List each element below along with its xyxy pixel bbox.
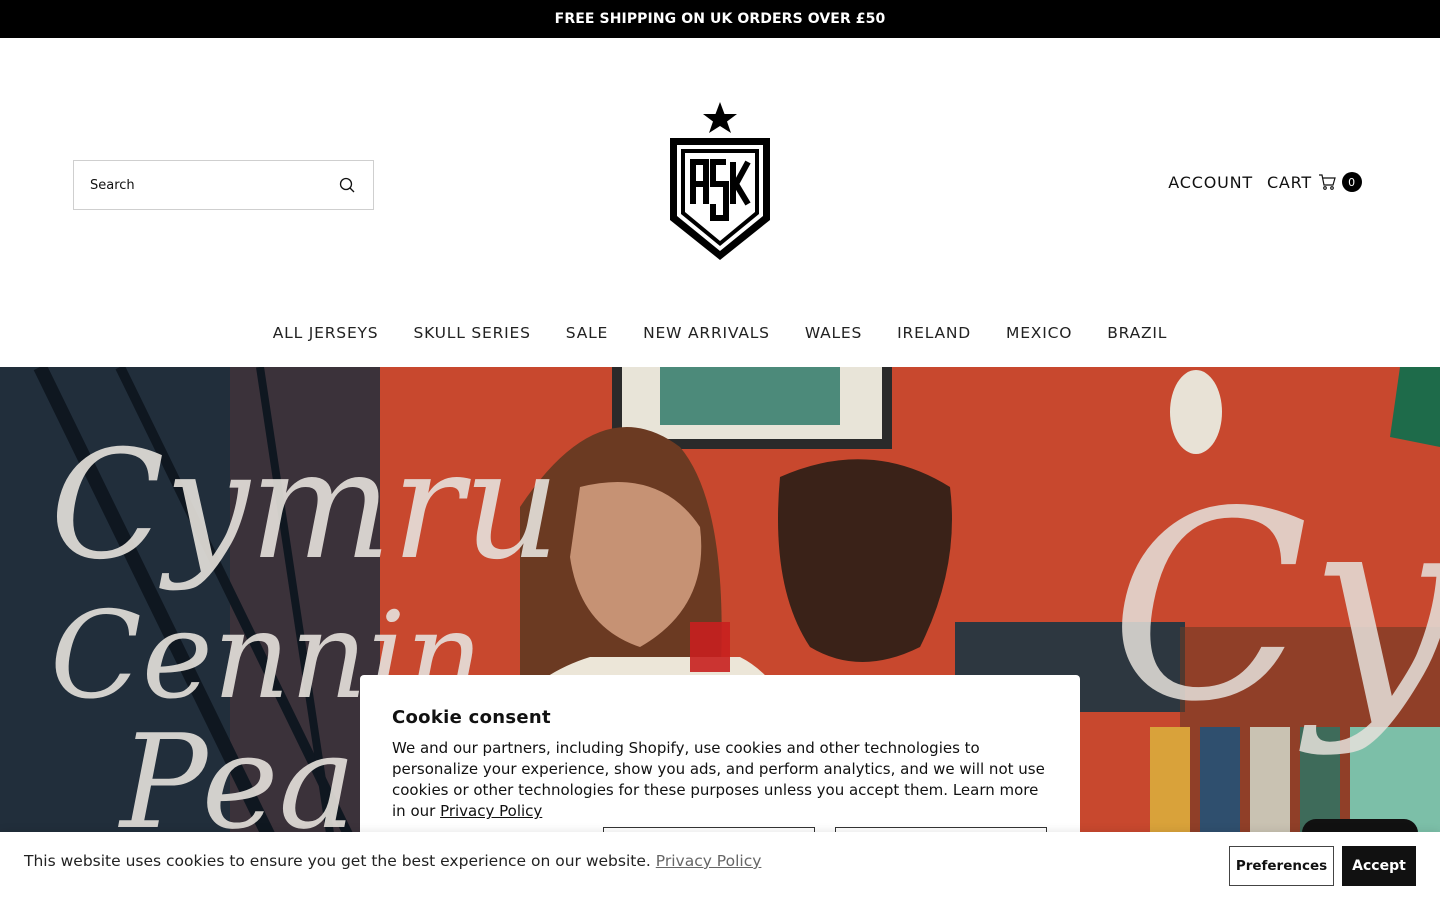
announcement-text: FREE SHIPPING ON UK ORDERS OVER £50 <box>554 11 886 27</box>
header-actions: ACCOUNT CART 0 <box>1168 172 1362 192</box>
search-input[interactable] <box>90 177 330 193</box>
account-link[interactable]: ACCOUNT <box>1168 173 1253 192</box>
nav-item-brazil[interactable]: BRAZIL <box>1107 324 1167 342</box>
brand-logo[interactable] <box>666 100 774 262</box>
nav-item-mexico[interactable]: MEXICO <box>1006 324 1072 342</box>
nav-item-ireland[interactable]: IRELAND <box>897 324 971 342</box>
cart-count-badge: 0 <box>1342 172 1362 192</box>
main-nav: ALL JERSEYS SKULL SERIES SALE NEW ARRIVA… <box>0 324 1440 342</box>
announcement-bar: FREE SHIPPING ON UK ORDERS OVER £50 <box>0 0 1440 38</box>
consent-body: We and our partners, including Shopify, … <box>392 738 1048 822</box>
cookie-bar-message: This website uses cookies to ensure you … <box>24 852 761 870</box>
cart-link[interactable]: CART 0 <box>1267 172 1362 192</box>
hero-script-right: Cy <box>1110 457 1440 759</box>
search-box[interactable] <box>73 160 374 210</box>
preferences-button[interactable]: Preferences <box>1229 846 1334 886</box>
accept-button[interactable]: Accept <box>1342 846 1416 886</box>
nav-item-skull-series[interactable]: SKULL SERIES <box>413 324 530 342</box>
nav-item-new-arrivals[interactable]: NEW ARRIVALS <box>643 324 770 342</box>
consent-privacy-link[interactable]: Privacy Policy <box>440 802 542 820</box>
nav-item-all-jerseys[interactable]: ALL JERSEYS <box>273 324 379 342</box>
cookie-bar-privacy-link[interactable]: Privacy Policy <box>656 852 762 870</box>
cart-label: CART <box>1266 172 1312 192</box>
cart-icon <box>1319 174 1336 190</box>
consent-title: Cookie consent <box>392 707 551 728</box>
nav-item-wales[interactable]: WALES <box>805 324 862 342</box>
nav-item-sale[interactable]: SALE <box>566 324 608 342</box>
hero-script-cymru: Cymru <box>50 419 560 593</box>
star-icon <box>703 102 737 133</box>
search-icon[interactable] <box>339 177 355 193</box>
cookie-bar-text: This website uses cookies to ensure you … <box>24 852 651 870</box>
site-header: ACCOUNT CART 0 ALL JERSEYS SKULL SERIES … <box>0 38 1440 367</box>
cookie-bar: This website uses cookies to ensure you … <box>0 832 1440 900</box>
